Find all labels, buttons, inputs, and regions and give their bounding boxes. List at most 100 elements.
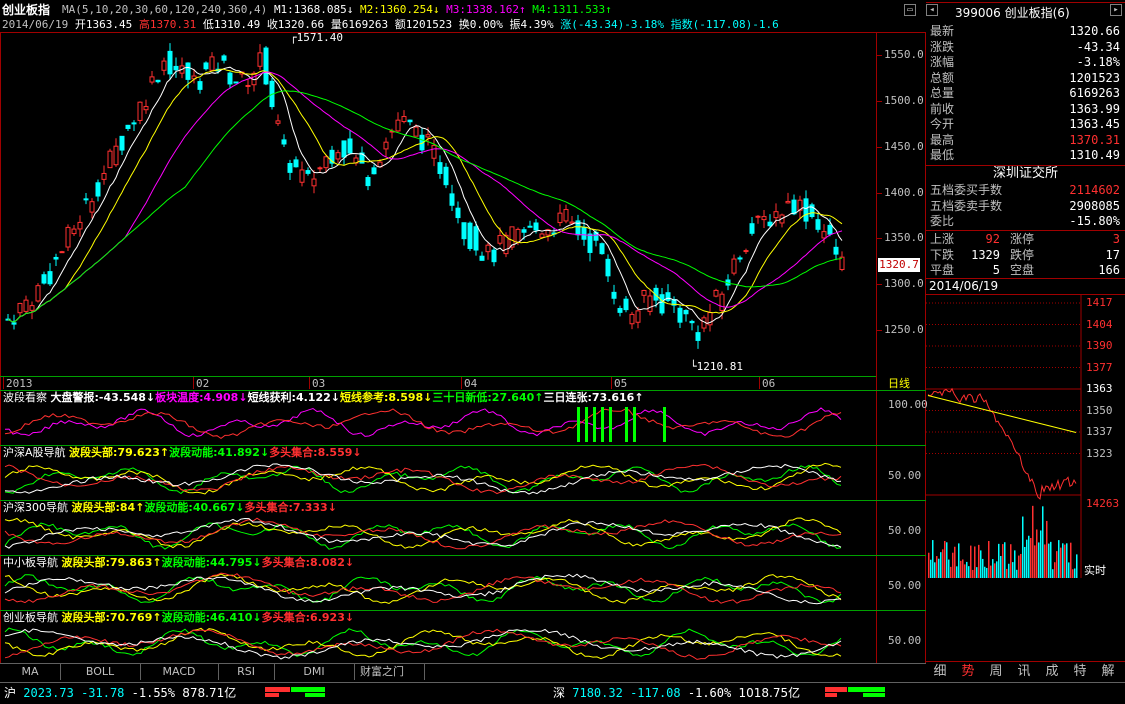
intraday-volume-bar	[1042, 506, 1044, 578]
indicator-value-4: 三十日新低:27.640↑	[432, 391, 544, 404]
intraday-volume-bar	[1072, 569, 1074, 578]
intraday-volume-bar	[950, 566, 952, 578]
price-tick-mark-1	[876, 100, 882, 102]
intraday-volume-bar	[1074, 568, 1076, 578]
breadth-label: 空盘	[1010, 263, 1035, 277]
shenzhen-index-summary[interactable]: 深 7180.32 -117.08 -1.60% 1018.75亿	[553, 686, 800, 700]
scroll-left-icon[interactable]: ◂	[926, 4, 938, 16]
order-value: -15.80%	[1069, 214, 1120, 228]
signal-bar	[601, 407, 604, 442]
indicator-scale-2: 50.00	[888, 524, 922, 537]
intraday-volume-bar	[1022, 516, 1024, 578]
panel-tab-3[interactable]: 讯	[1012, 663, 1036, 681]
price-tick-mark-0	[876, 54, 882, 56]
panel-tab-5[interactable]: 特	[1068, 663, 1092, 681]
indicator-scale-0: 100.00	[888, 398, 928, 411]
breadth-row-1: 下跌 1329 跌停 17	[928, 248, 1124, 263]
intraday-volume-bar	[960, 560, 962, 578]
intraday-volume-bar	[1018, 555, 1020, 578]
indicator-line	[4, 572, 842, 604]
indicator-header-2[interactable]: 沪深300导航 波段头部:84↑波段动能:40.667↓多头集合:7.333↓	[3, 501, 337, 515]
candle-body	[677, 307, 683, 323]
order-row-0: 五档委买手数 2114602	[928, 183, 1124, 198]
intraday-volume-bar	[1012, 562, 1014, 578]
candle-body	[791, 199, 797, 215]
intraday-volume-bar	[1044, 544, 1046, 578]
candle-body	[731, 258, 737, 274]
ma1-value: M1:1368.085	[273, 3, 347, 16]
mini-chart-date: 2014/06/19	[929, 279, 999, 293]
indicator-value-1: 波段动能:40.667↓	[144, 501, 245, 514]
intraday-volume-bar	[1076, 554, 1078, 578]
quote-value: 1310.49	[1069, 148, 1120, 162]
intraday-volume-bar	[986, 567, 988, 578]
panel-tab-4[interactable]: 成	[1040, 663, 1064, 681]
indicator-tab-rsi[interactable]: RSI	[218, 664, 275, 680]
candle-body	[647, 295, 653, 312]
intraday-volume-bar	[966, 561, 968, 578]
quote-row-1: 涨跌 -43.34	[928, 40, 1124, 55]
indicator-header-1[interactable]: 沪深A股导航 波段头部:79.623↑波段动能:41.892↓多头集合:8.55…	[3, 446, 362, 460]
candle-body	[827, 224, 833, 235]
indicator-line	[4, 464, 842, 495]
candle-body	[587, 233, 593, 253]
candle-body	[83, 198, 89, 201]
breadth-label: 跌停	[1010, 247, 1035, 262]
intraday-volume-bar	[934, 562, 936, 578]
intraday-volume-bar	[988, 541, 990, 578]
intraday-volume-bar	[1020, 553, 1022, 578]
quote-row-7: 最高 1370.31	[928, 133, 1124, 148]
candle-body	[35, 285, 41, 302]
ma10-line	[7, 68, 843, 323]
realtime-label[interactable]: 实时	[1084, 564, 1106, 578]
candle-body	[203, 62, 209, 70]
indicator-header-3[interactable]: 中小板导航 波段头部:79.863↑波段动能:44.795↓多头集合:8.082…	[3, 556, 354, 570]
period-label[interactable]: 日线	[888, 377, 910, 391]
candle-body	[197, 81, 203, 90]
ma20-line	[7, 71, 843, 323]
panel-tab-2[interactable]: 周	[984, 663, 1008, 681]
sh-breadth-bar	[265, 687, 325, 697]
indicator-tab-财富之门[interactable]: 财富之门	[340, 664, 425, 680]
indicator-plot-3	[4, 572, 842, 605]
indicator-tab-macd[interactable]: MACD	[140, 664, 219, 680]
candle-body	[713, 289, 719, 297]
indicator-value-0: 波段头部:79.863↑	[61, 556, 162, 569]
candle-body	[317, 167, 323, 170]
breadth-value: 1329	[971, 247, 1000, 262]
intraday-volume-bar	[976, 567, 978, 578]
candle-body	[719, 293, 725, 311]
intraday-volume-bar	[964, 564, 966, 578]
order-label: 五档委买手数	[930, 183, 1003, 197]
panel-tab-1[interactable]: 势	[956, 663, 980, 681]
candles	[5, 43, 845, 349]
candle-body	[371, 167, 377, 175]
indicator-plot-0	[4, 407, 842, 442]
panel-tab-6[interactable]: 解	[1096, 663, 1120, 681]
intraday-volume-bar	[994, 563, 996, 578]
indicator-header-0[interactable]: 波段看察 大盘警报:-43.548↓板块温度:4.908↓短线获利:4.122↓…	[3, 391, 644, 405]
intraday-volume-bar	[998, 543, 1000, 578]
intraday-volume-bar	[1060, 547, 1062, 578]
candle-body	[29, 305, 35, 311]
shanghai-index-summary[interactable]: 沪 2023.73 -31.78 -1.55% 878.71亿	[4, 686, 236, 700]
scroll-right-icon[interactable]: ▸	[1110, 4, 1122, 16]
intraday-volume-bar	[1028, 535, 1030, 578]
quote-value: 1201523	[1069, 70, 1120, 85]
sz-amount: 1018.75亿	[738, 686, 801, 700]
intraday-volume-bar	[1026, 539, 1028, 578]
indicator-tab-ma[interactable]: MA	[0, 664, 61, 680]
intraday-volume-bar	[984, 566, 986, 578]
intraday-volume-bar	[1036, 529, 1038, 578]
intraday-volume-bar	[1048, 543, 1050, 578]
candle-body	[569, 221, 575, 224]
candlestick-chart[interactable]	[0, 32, 876, 376]
panel-tab-0[interactable]: 细	[928, 663, 952, 681]
candle-body	[143, 106, 149, 111]
quote-value: 1320.66	[1069, 24, 1120, 38]
intraday-volume-bar	[1004, 542, 1006, 578]
indicator-tab-boll[interactable]: BOLL	[60, 664, 141, 680]
indicator-header-4[interactable]: 创业板导航 波段头部:70.769↑波段动能:46.410↓多头集合:6.923…	[3, 611, 354, 625]
sz-change: -117.08	[630, 686, 681, 700]
restore-icon[interactable]: ▭	[904, 4, 916, 16]
